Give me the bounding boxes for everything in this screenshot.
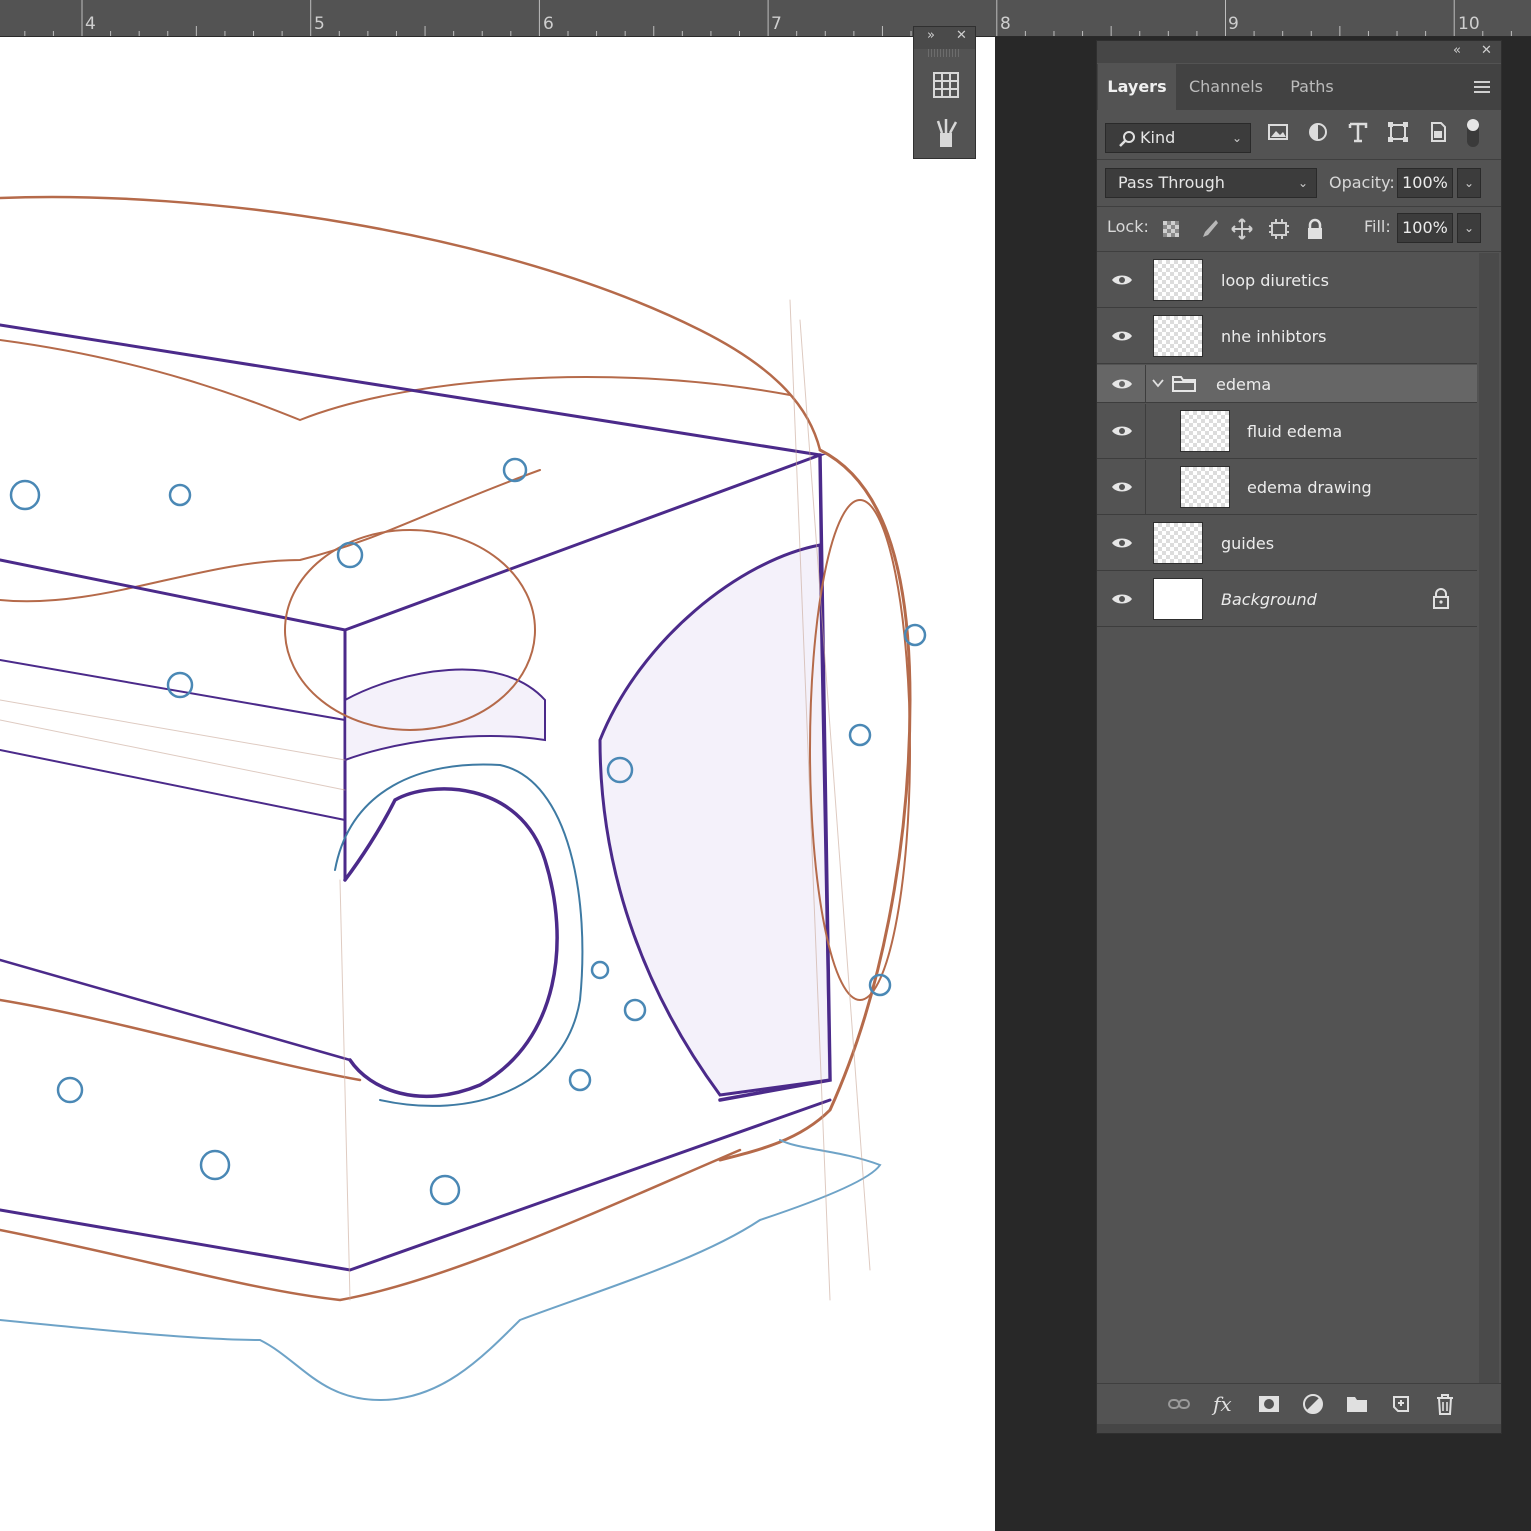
divider [1097,251,1501,252]
layer-name[interactable]: edema [1216,375,1271,394]
layer-name[interactable]: edema drawing [1247,478,1372,497]
divider [1145,365,1146,403]
filter-row: Kind ⌄ [1097,111,1501,155]
ruler-mark: 10 [1458,14,1480,34]
ruler-mark: 9 [1228,14,1239,34]
scrollbar[interactable] [1479,253,1499,1421]
panel-footer: fx [1097,1383,1501,1424]
layer-thumbnail[interactable] [1153,315,1203,357]
divider [1145,460,1146,515]
layer-name[interactable]: nhe inhibtors [1221,327,1327,346]
layer-row[interactable]: fluid edema [1097,404,1477,459]
chevron-down-icon: ⌄ [1231,131,1242,145]
image-filter-icon[interactable] [1265,119,1291,145]
eye-icon[interactable] [1111,592,1133,606]
layer-name[interactable]: fluid edema [1247,422,1342,441]
eye-icon[interactable] [1111,329,1133,343]
divider [1097,159,1501,160]
anatomy-sketch [0,195,927,1402]
layer-thumbnail[interactable] [1153,259,1203,301]
ruler-mark: 4 [85,14,96,34]
ruler-mark: 8 [1000,14,1011,34]
ruler-mark: 6 [543,14,554,34]
floating-tool-panel[interactable]: » ✕ [913,26,976,159]
layer-row[interactable]: nhe inhibtors [1097,309,1477,364]
chevron-down-icon[interactable] [1151,377,1165,389]
eye-icon[interactable] [1111,480,1133,494]
close-icon[interactable]: ✕ [956,28,967,43]
layer-row[interactable]: guides [1097,516,1477,571]
lock-all-icon[interactable] [1303,217,1327,241]
layer-thumbnail[interactable] [1180,466,1230,508]
brushes-icon[interactable] [930,117,962,149]
panel-resize-grip[interactable] [1097,1424,1501,1433]
eye-icon[interactable] [1111,377,1133,391]
layer-group-row[interactable]: edema [1097,365,1477,403]
panel-tabs: Layers Channels Paths [1097,64,1501,110]
grid-icon[interactable] [930,69,962,101]
opacity-label: Opacity: [1329,173,1395,192]
lock-image-pixels-icon[interactable] [1196,217,1220,241]
layers-panel[interactable]: « ✕ Layers Channels Paths Kind ⌄ Pass Th… [1096,40,1502,1434]
smart-object-filter-icon[interactable] [1425,119,1451,145]
tab-paths[interactable]: Paths [1277,64,1347,110]
divider [1145,404,1146,459]
layer-row[interactable]: edema drawing [1097,460,1477,515]
folder-icon [1172,376,1196,392]
folder-icon[interactable] [1345,1392,1369,1416]
blend-mode-dropdown[interactable]: Pass Through ⌄ [1105,168,1317,198]
tab-layers[interactable]: Layers [1098,64,1176,110]
expand-icon[interactable]: » [927,28,935,43]
collapse-icon[interactable]: « [1453,43,1461,58]
new-layer-icon[interactable] [1389,1392,1413,1416]
eye-icon[interactable] [1111,424,1133,438]
opacity-dropdown-button[interactable]: ⌄ [1457,168,1481,198]
panel-menu-icon[interactable] [1473,79,1491,93]
document-canvas[interactable] [0,37,995,1531]
horizontal-ruler[interactable]: 4 5 6 7 8 9 10 [0,0,1531,37]
divider [1097,206,1501,207]
tab-channels[interactable]: Channels [1177,64,1275,110]
layer-thumbnail[interactable] [1153,522,1203,564]
fx-icon[interactable]: fx [1213,1392,1237,1416]
ruler-ticks [24,0,1512,36]
adjustment-icon[interactable] [1301,1392,1325,1416]
eye-icon[interactable] [1111,273,1133,287]
adjustment-filter-icon[interactable] [1305,119,1331,145]
lock-artboard-icon[interactable] [1267,217,1291,241]
layer-thumbnail[interactable] [1180,410,1230,452]
filter-toggle-icon[interactable] [1463,117,1483,149]
close-icon[interactable]: ✕ [1481,43,1492,58]
kind-label: Kind [1140,128,1176,147]
drag-grip[interactable] [928,49,961,57]
search-icon [1119,131,1135,147]
trash-icon[interactable] [1433,1392,1457,1416]
kind-filter-dropdown[interactable]: Kind ⌄ [1105,123,1251,153]
fill-label: Fill: [1364,217,1391,236]
layer-row[interactable]: Background [1097,572,1477,627]
layer-thumbnail[interactable] [1153,578,1203,620]
lock-icon [1433,588,1449,609]
lock-transparent-pixels-icon[interactable] [1159,217,1183,241]
type-filter-icon[interactable] [1345,119,1371,145]
layer-name[interactable]: Background [1221,590,1317,609]
fill-field[interactable]: 100% [1397,213,1453,243]
layer-row[interactable]: loop diuretics [1097,253,1477,308]
lock-position-icon[interactable] [1230,217,1254,241]
chevron-down-icon: ⌄ [1297,176,1308,190]
shape-filter-icon[interactable] [1385,119,1411,145]
ruler-mark: 5 [314,14,325,34]
opacity-field[interactable]: 100% [1397,168,1453,198]
mask-icon[interactable] [1257,1392,1281,1416]
lock-label: Lock: [1107,217,1149,236]
blend-mode-value: Pass Through [1118,173,1225,192]
fill-dropdown-button[interactable]: ⌄ [1457,213,1481,243]
layer-name[interactable]: guides [1221,534,1274,553]
panel-titlebar[interactable]: « ✕ [1097,41,1501,63]
layer-name[interactable]: loop diuretics [1221,271,1329,290]
panel-header[interactable]: » ✕ [914,27,975,49]
eye-icon[interactable] [1111,536,1133,550]
link-icon[interactable] [1167,1392,1191,1416]
ruler-mark: 7 [771,14,782,34]
